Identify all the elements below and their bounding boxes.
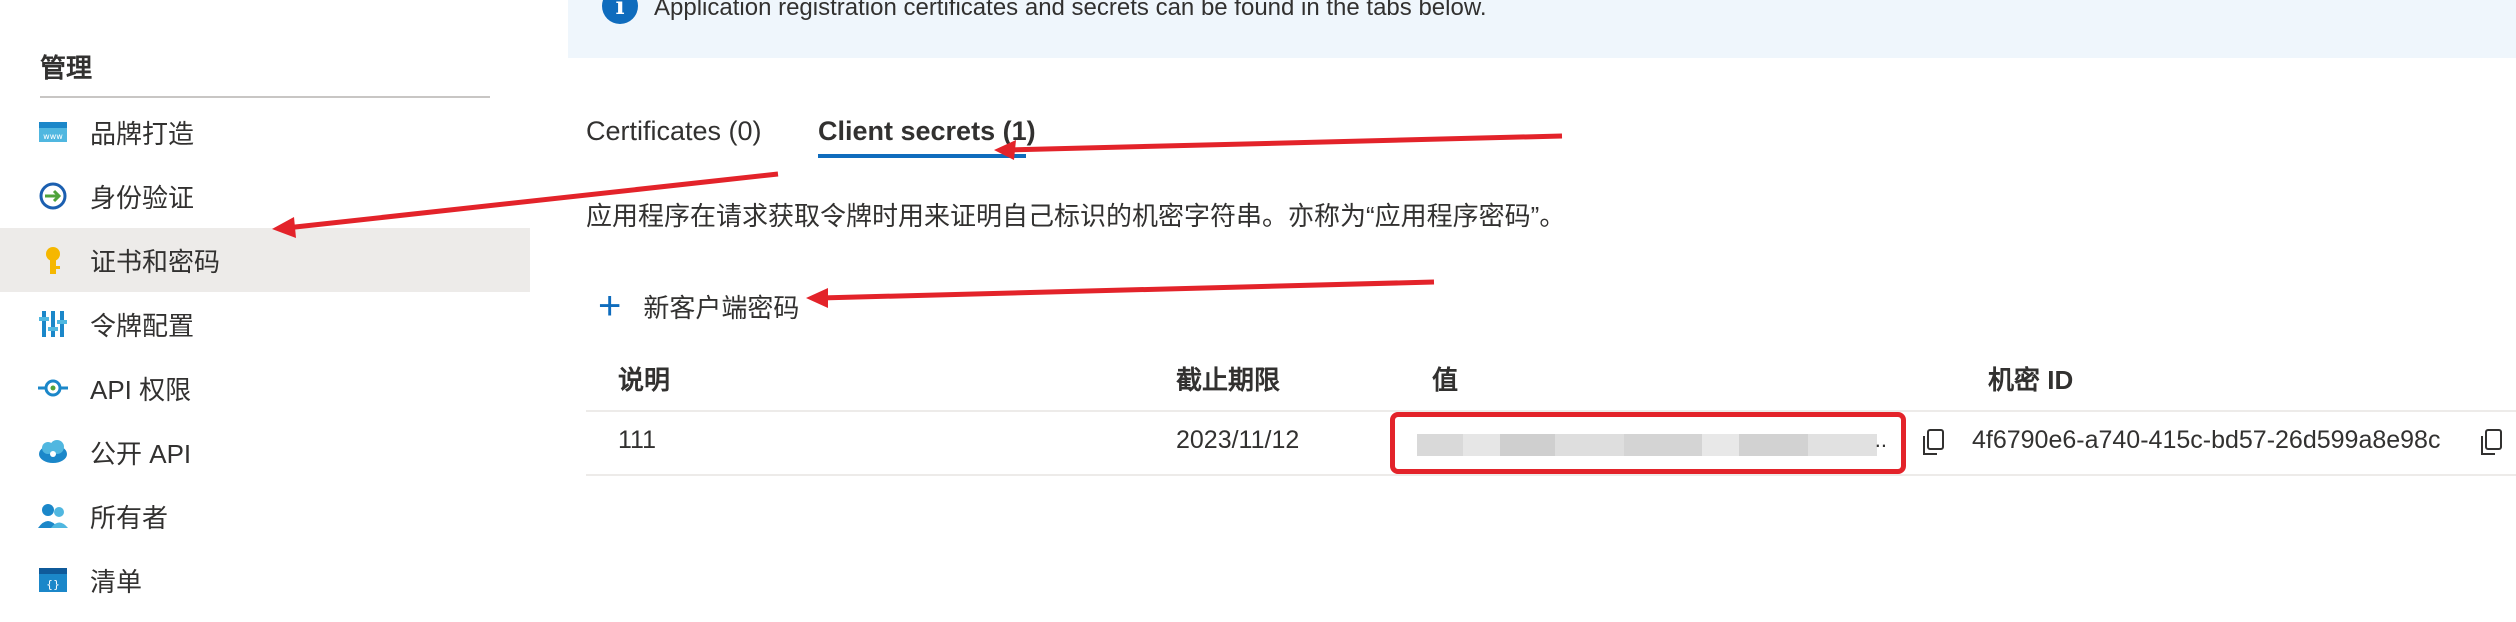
arrow-to-new-secret-button	[819, 279, 1435, 301]
arrow-to-client-secrets-tab	[1005, 133, 1563, 153]
annotation-arrows	[272, 133, 1563, 308]
arrow-to-certificates-secrets-item	[285, 171, 779, 231]
arrow-head	[994, 140, 1016, 160]
arrow-head	[272, 217, 296, 238]
arrow-head	[806, 288, 828, 308]
